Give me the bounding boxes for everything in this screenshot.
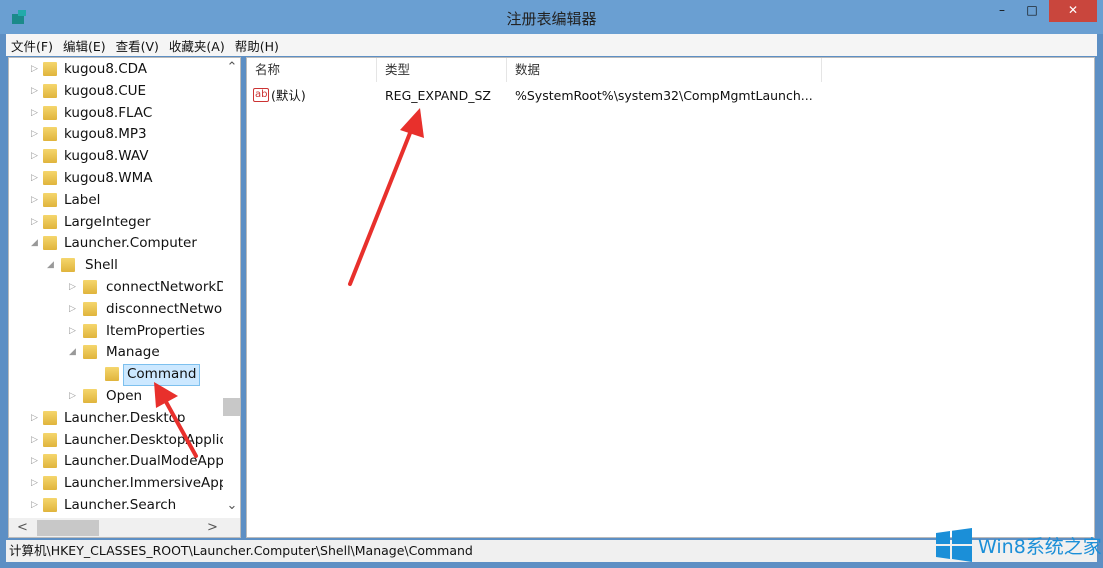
annotation-overlay: [154, 108, 424, 458]
annotation-arrow: [154, 382, 198, 458]
annotation-arrow: [348, 108, 424, 286]
